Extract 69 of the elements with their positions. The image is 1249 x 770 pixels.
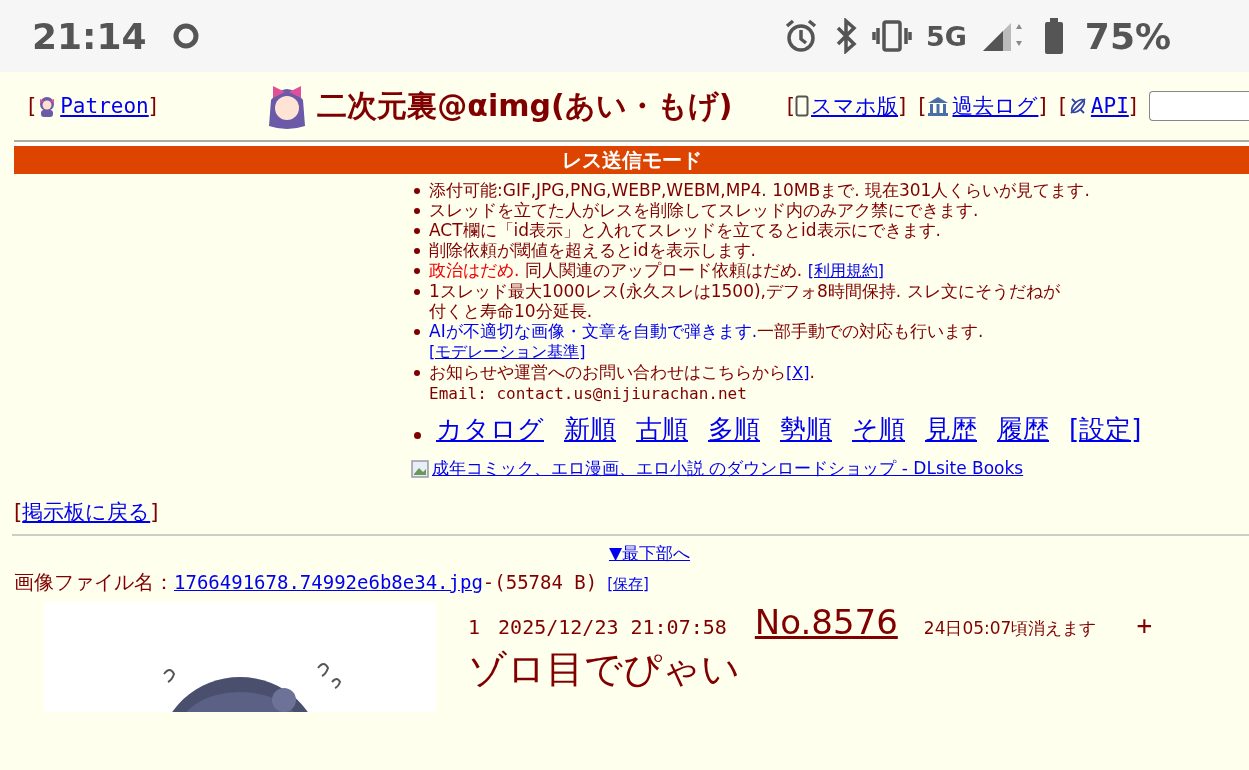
rule-text: AIが不適切な画像・文章を自動で弾きます.一部手動での対応も行います. [429,321,984,341]
back-link[interactable]: 掲示板に戻る [22,500,151,524]
file-link[interactable]: 1766491678.74992e6b8e34.jpg [174,571,483,593]
post-body: ゾロ目でぴゃい [468,646,741,692]
bullet-icon [414,228,420,234]
post-id-link[interactable]: No.8576 [754,602,898,642]
plus-button[interactable]: + [1136,610,1153,640]
rule-text: 削除依頼が閾値を超えるとidを表示します. [429,240,756,260]
nav-link[interactable]: 古順 [636,414,688,445]
battery-icon [1042,17,1065,55]
bracket-text: ] [1128,94,1137,118]
bullet-icon [414,329,420,335]
bracket-text: ] [150,500,159,524]
scroll-bottom-link[interactable]: ▼最下部へ [608,543,691,563]
search-field[interactable] [1149,91,1249,121]
file-size: -(55784 B) [482,571,598,593]
nav-link[interactable]: カタログ [436,414,544,445]
bracket-text: [ [786,94,796,118]
mode-banner: レス送信モード [14,144,1249,174]
building-icon [926,95,951,117]
rule-text: お知らせや運営へのお問い合わせはこちらから[X]. [429,362,815,383]
bullet-icon [414,432,421,439]
bracket-text: ] [148,94,157,118]
rule-text: 付くと寿命10分延長. [429,301,594,321]
bullet-icon [414,289,420,295]
rules-link[interactable]: [モデレーション基準] [429,342,586,361]
phone-icon [795,95,810,117]
rules-link[interactable]: [利用規約] [807,261,885,280]
nav-link[interactable]: 見歴 [925,414,977,445]
ad-link[interactable]: 成年コミック、エロ漫画、エロ小説 のダウンロードショップ - DLsite Books [432,457,1024,480]
bullet-icon [414,208,420,214]
bracket-text: [ [1058,94,1067,118]
bullet-icon [414,188,420,194]
network-type: 5G [925,20,967,52]
site-title: 二次元裏@αimg(あい・もげ) [317,86,733,125]
vibrate-icon [871,19,912,53]
bracket-text: ] [1038,94,1047,118]
broken-image-icon [410,457,432,480]
rule-text: 1スレッド最大1000レス(永久スレは1500),デフォ8時間保持. スレ文にそうだねが [429,281,1060,301]
nav-link[interactable]: 履歴 [997,414,1049,445]
bullet-icon [414,248,420,254]
header-link[interactable]: スマホ版 [795,92,899,120]
bullet-icon [414,370,420,376]
bracket-text: ] [898,94,907,118]
nav-link[interactable]: 新順 [564,414,616,445]
rule-text: スレッドを立てた人がレスを削除してスレッド内のみアク禁にできます. [429,200,979,220]
nav-link[interactable]: そ順 [852,414,905,445]
bracket-text: [ [918,94,927,118]
rule-text: 政治はだめ. 同人関連のアップロード依頼はだめ. [利用規約] [429,260,885,281]
status-time: 21:14 [32,15,147,57]
rule-text: ACT欄に「id表示」と入れてスレッドを立てるとid表示にできます. [429,220,942,240]
patreon-link[interactable]: Patreon [36,94,149,118]
nav-link[interactable]: [設定] [1069,414,1142,445]
save-link[interactable]: [保存] [607,575,649,594]
header-link[interactable]: API [1066,94,1129,118]
bullet-icon [414,268,420,274]
post-date: 2025/12/23 21:07:58 [498,615,727,639]
header-link[interactable]: 過去ログ [926,92,1039,120]
file-label: 画像ファイル名： [14,569,174,596]
nav-link[interactable]: 勢順 [780,414,832,445]
rule-text: 添付可能:GIF,JPG,PNG,WEBP,WEBM,MP4. 10MBまで. 現在301人くらいが見てます. [429,180,1090,200]
post-number: 1 [468,615,481,639]
nav-link[interactable]: 多順 [708,414,760,445]
rules-link[interactable]: [X] [786,363,810,382]
rule-text: Email: contact.us@nijiurachan.net [429,383,748,404]
bracket-text: [ [14,500,23,524]
expiry-text: 24日05:07頃消えます [923,617,1097,640]
bracket-text: [ [28,94,37,118]
battery-level: 75% [1084,15,1171,57]
